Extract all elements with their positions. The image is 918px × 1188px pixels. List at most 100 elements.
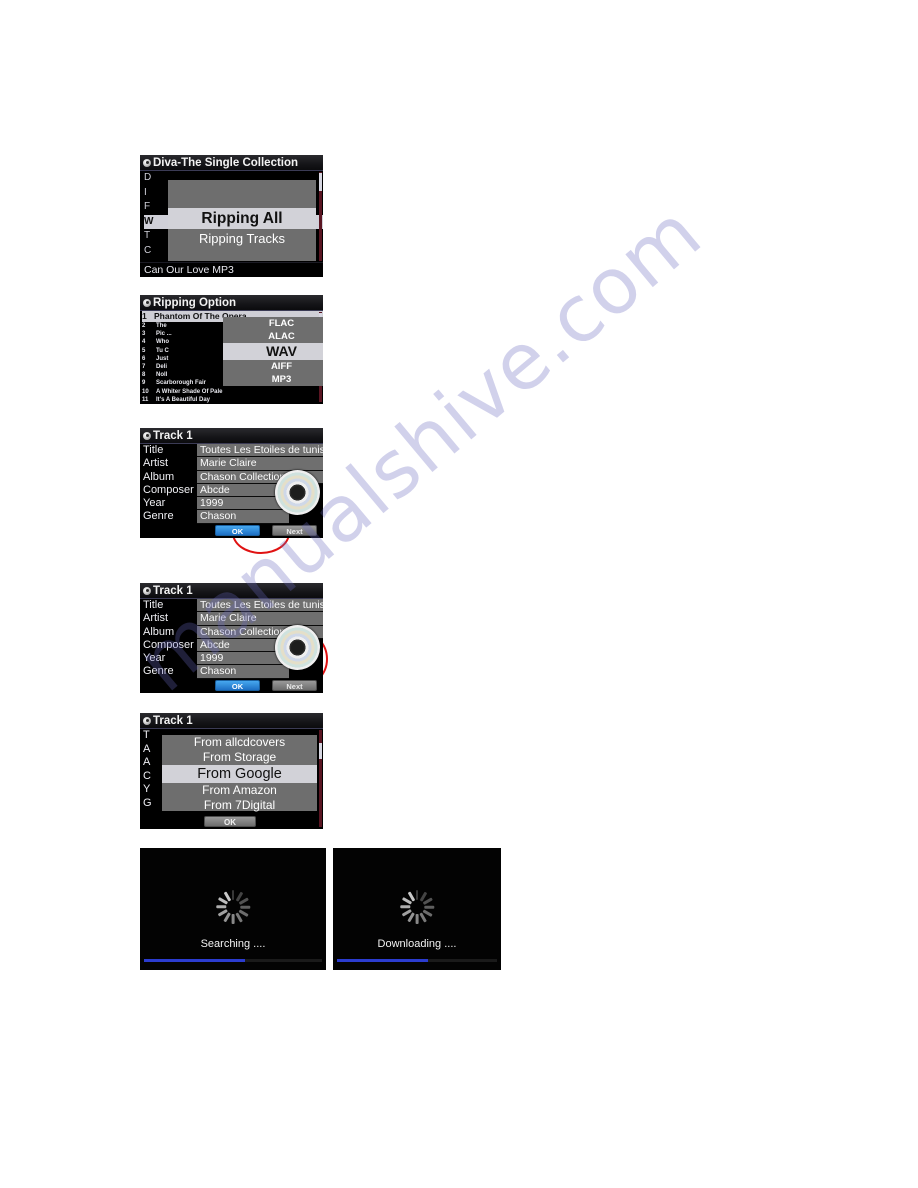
table-row[interactable]: 10 A Whiter Shade Of Pale bbox=[142, 388, 323, 396]
album-art-thumbnail[interactable] bbox=[275, 625, 320, 670]
panel4-header: Track 1 bbox=[140, 583, 323, 599]
field-label: Genre bbox=[140, 665, 197, 679]
panel1-title: Diva-The Single Collection bbox=[153, 156, 299, 169]
track-number: 4 bbox=[142, 339, 146, 346]
panel-track-metadata-next: Track 1 Title Toutes Les Etoiles de tunis… bbox=[140, 428, 323, 538]
disc-icon bbox=[143, 158, 151, 167]
panel-searching: Searching .... bbox=[140, 848, 326, 970]
disc-icon bbox=[143, 431, 151, 440]
track-number: 9 bbox=[142, 380, 146, 387]
format-menu-item[interactable]: MP3 bbox=[223, 373, 323, 386]
track-title: It's A Beautiful Day bbox=[156, 396, 210, 403]
track-number: 10 bbox=[142, 388, 149, 395]
field-label: Title bbox=[140, 599, 197, 613]
ok-button[interactable]: OK bbox=[204, 816, 256, 827]
field-value[interactable]: Chason bbox=[197, 510, 289, 524]
field-value[interactable]: Chason bbox=[197, 665, 289, 679]
search-progress-track bbox=[144, 959, 322, 962]
panel-ripping-mode: Diva-The Single Collection DIFWTC Can Ou… bbox=[140, 155, 323, 277]
metadata-row: Artist Marie Claire bbox=[140, 457, 323, 471]
field-label: Title bbox=[140, 444, 197, 458]
metadata-row: Title Toutes Les Etoiles de tunisie bbox=[140, 599, 323, 613]
panel4-title: Track 1 bbox=[153, 584, 193, 597]
format-menu-item[interactable]: ALAC bbox=[223, 330, 323, 343]
panel5-header: Track 1 bbox=[140, 713, 323, 729]
downloading-label: Downloading .... bbox=[377, 938, 457, 950]
menu-item[interactable]: Ripping Tracks bbox=[168, 229, 316, 248]
source-menu-item[interactable]: From Google bbox=[162, 765, 317, 783]
track-title: Just bbox=[156, 355, 169, 362]
source-menu-item[interactable]: From 7Digital bbox=[162, 798, 317, 813]
next-button[interactable]: Next bbox=[272, 680, 317, 691]
track-title: Tu C bbox=[156, 347, 169, 354]
track-number: 7 bbox=[142, 363, 146, 370]
panel1-scroll-thumb[interactable] bbox=[319, 173, 322, 191]
panel1-header: Diva-The Single Collection bbox=[140, 155, 323, 171]
source-menu-item[interactable]: From Storage bbox=[162, 750, 317, 765]
field-value[interactable]: Toutes Les Etoiles de tunisie bbox=[197, 599, 323, 613]
panel3-button-bar: OK Next bbox=[197, 525, 319, 536]
track-title: A Whiter Shade Of Pale bbox=[156, 388, 223, 395]
format-menu-item[interactable]: FLAC bbox=[223, 317, 323, 330]
panel-ripping-option: Ripping Option 1 Phantom Of The Opera 2 The… bbox=[140, 295, 323, 404]
track-title: Who bbox=[156, 339, 169, 346]
field-label: Album bbox=[140, 625, 197, 639]
panel1-footer-track: Can Our Love MP3 bbox=[140, 262, 323, 277]
track-number: 11 bbox=[142, 396, 149, 403]
loading-spinner-icon bbox=[216, 890, 250, 924]
track-number: 3 bbox=[142, 331, 146, 338]
metadata-row: Artist Marie Claire bbox=[140, 612, 323, 626]
track-number: 2 bbox=[142, 323, 146, 329]
field-label: Artist bbox=[140, 457, 197, 471]
track-title: Noll bbox=[156, 372, 168, 379]
panel5-title: Track 1 bbox=[153, 714, 193, 727]
disc-icon bbox=[143, 586, 151, 595]
loading-spinner-icon bbox=[400, 890, 434, 924]
cover-source-menu[interactable]: From allcdcovers From Storage From Google F… bbox=[162, 735, 317, 813]
format-menu[interactable]: FLAC ALAC WAV AIFF MP3 bbox=[223, 317, 323, 386]
field-value[interactable]: Marie Claire bbox=[197, 457, 323, 471]
panel3-title: Track 1 bbox=[153, 429, 193, 442]
field-label: Genre bbox=[140, 510, 197, 524]
download-progress-track bbox=[337, 959, 497, 962]
field-label: Year bbox=[140, 497, 197, 511]
format-menu-item[interactable]: WAV bbox=[223, 343, 323, 360]
track-number: 1 bbox=[142, 311, 147, 321]
ok-button[interactable]: OK bbox=[215, 680, 260, 691]
search-progress-fill bbox=[144, 959, 246, 962]
panel-cover-source: Track 1 TAACYG From allcdcovers From Stor… bbox=[140, 713, 323, 829]
field-value[interactable]: Marie Claire bbox=[197, 612, 323, 626]
track-title: Scarborough Fair bbox=[156, 380, 207, 387]
source-menu-item[interactable]: From Amazon bbox=[162, 783, 317, 798]
source-menu-item[interactable]: From allcdcovers bbox=[162, 735, 317, 750]
track-title: Deli bbox=[156, 363, 168, 370]
field-label: Composer bbox=[140, 638, 197, 653]
panel-downloading: Downloading .... bbox=[333, 848, 501, 970]
track-number: 8 bbox=[142, 372, 146, 379]
metadata-row: Title Toutes Les Etoiles de tunisie bbox=[140, 444, 323, 458]
field-label: Composer bbox=[140, 483, 197, 498]
field-value[interactable]: Toutes Les Etoiles de tunisie bbox=[197, 444, 323, 458]
track-number: 5 bbox=[142, 347, 146, 354]
next-button[interactable]: Next bbox=[272, 525, 317, 536]
table-row[interactable]: 11 It's A Beautiful Day bbox=[142, 396, 323, 404]
panel2-title: Ripping Option bbox=[153, 296, 237, 309]
album-art-thumbnail[interactable] bbox=[275, 470, 320, 515]
ok-button[interactable]: OK bbox=[215, 525, 260, 536]
track-title: The bbox=[156, 323, 167, 329]
panel-track-metadata-art: Track 1 Title Toutes Les Etoiles de tunis… bbox=[140, 583, 323, 693]
searching-label: Searching .... bbox=[200, 938, 266, 950]
field-label: Year bbox=[140, 652, 197, 666]
track-number: 6 bbox=[142, 355, 146, 362]
download-progress-fill bbox=[337, 959, 429, 962]
menu-item[interactable]: Ripping All bbox=[168, 208, 316, 229]
panel5-scroll-thumb[interactable] bbox=[319, 743, 322, 759]
panel3-header: Track 1 bbox=[140, 428, 323, 444]
field-label: Artist bbox=[140, 612, 197, 626]
menu-spacer-top bbox=[168, 180, 316, 208]
field-label: Album bbox=[140, 470, 197, 484]
ripping-mode-menu[interactable]: Ripping All Ripping Tracks bbox=[168, 180, 316, 261]
format-menu-item[interactable]: AIFF bbox=[223, 360, 323, 373]
disc-icon bbox=[143, 716, 151, 725]
track-title: Pic ... bbox=[156, 331, 172, 338]
